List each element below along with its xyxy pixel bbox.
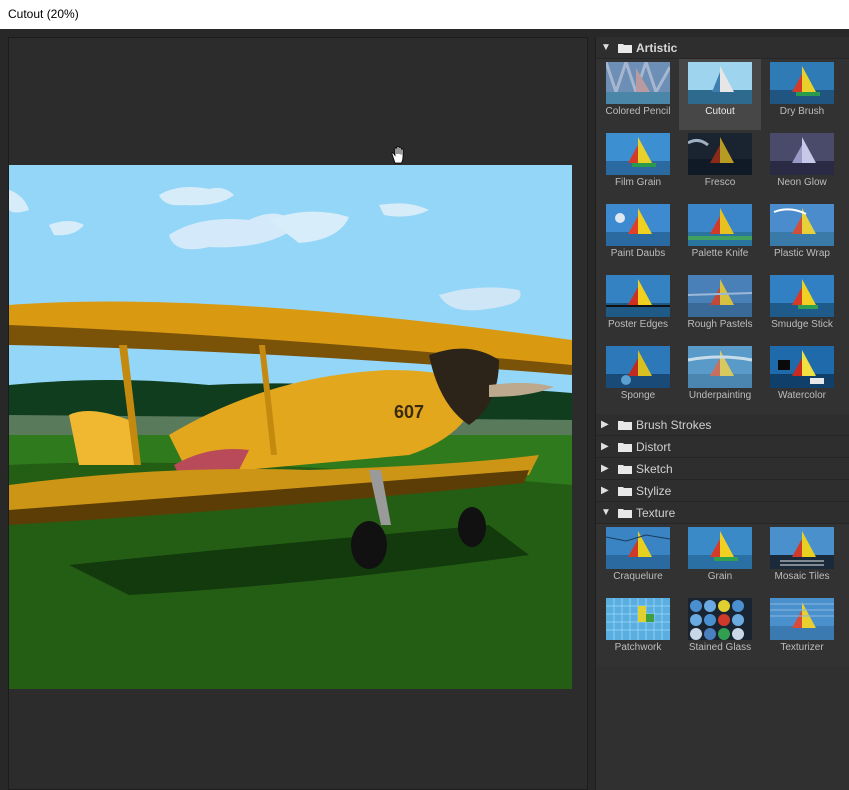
filter-caption: Palette Knife — [691, 248, 749, 259]
filter-thumb-sponge[interactable]: Sponge — [597, 343, 679, 414]
preview-pane[interactable]: 607 — [8, 37, 588, 790]
group-header-sketch[interactable]: ▶ Sketch — [596, 458, 849, 480]
group-label: Stylize — [636, 484, 672, 498]
sailboat-thumbnail-icon — [688, 204, 752, 246]
sailboat-thumbnail-icon — [606, 346, 670, 388]
filter-thumb-poster-edges[interactable]: Poster Edges — [597, 272, 679, 343]
triangle-right-icon: ▶ — [601, 463, 609, 474]
hand-cursor-icon — [391, 146, 404, 164]
filter-thumb-grain[interactable]: Grain — [679, 524, 761, 595]
filter-caption: Neon Glow — [777, 177, 827, 188]
group-label: Sketch — [636, 462, 673, 476]
filter-caption: Rough Pastels — [687, 319, 753, 330]
filter-caption: Watercolor — [778, 390, 826, 401]
sailboat-thumbnail-icon — [606, 527, 670, 569]
filter-caption: Dry Brush — [779, 106, 825, 117]
patchwork-thumbnail-icon — [606, 598, 670, 640]
filter-thumb-texturizer[interactable]: Texturizer — [761, 595, 843, 666]
sailboat-thumbnail-icon — [688, 346, 752, 388]
filter-thumb-smudge-stick[interactable]: Smudge Stick — [761, 272, 843, 343]
filter-caption: Texturizer — [780, 642, 824, 653]
filter-caption: Paint Daubs — [610, 248, 666, 259]
sailboat-thumbnail-icon — [606, 62, 670, 104]
group-header-texture[interactable]: ▼ Texture — [596, 502, 849, 524]
filter-thumb-film-grain[interactable]: Film Grain — [597, 130, 679, 201]
sailboat-thumbnail-icon — [688, 62, 752, 104]
filter-caption: Cutout — [705, 106, 735, 117]
sailboat-thumbnail-icon — [770, 598, 834, 640]
filter-thumb-colored-pencil[interactable]: Colored Pencil — [597, 59, 679, 130]
triangle-down-icon: ▼ — [601, 42, 611, 53]
filter-caption: Plastic Wrap — [774, 248, 830, 259]
triangle-right-icon: ▶ — [601, 441, 609, 452]
sailboat-thumbnail-icon — [606, 204, 670, 246]
texture-thumbnails: Craquelure Grain Mosaic Tiles Patchwork … — [596, 524, 849, 666]
filter-panel: ▼ Artistic Colored Pencil Cutout Dry Bru… — [595, 37, 849, 790]
svg-text:607: 607 — [394, 402, 424, 422]
folder-icon — [618, 44, 632, 53]
artistic-thumbnails: Colored Pencil Cutout Dry Brush Film Gra… — [596, 59, 849, 414]
sailboat-thumbnail-icon — [770, 62, 834, 104]
filter-thumb-stained-glass[interactable]: Stained Glass — [679, 595, 761, 666]
triangle-right-icon: ▶ — [601, 419, 609, 430]
group-label: Texture — [636, 506, 676, 520]
filter-thumb-underpainting[interactable]: Underpainting — [679, 343, 761, 414]
group-label: Distort — [636, 440, 671, 454]
window-title: Cutout (20%) — [8, 7, 79, 21]
filter-thumb-patchwork[interactable]: Patchwork — [597, 595, 679, 666]
filter-thumb-watercolor[interactable]: Watercolor — [761, 343, 843, 414]
triangle-right-icon: ▶ — [601, 485, 609, 496]
group-header-artistic[interactable]: ▼ Artistic — [596, 37, 849, 59]
filter-caption: Craquelure — [613, 571, 663, 582]
filter-thumb-plastic-wrap[interactable]: Plastic Wrap — [761, 201, 843, 272]
filter-thumb-mosaic-tiles[interactable]: Mosaic Tiles — [761, 524, 843, 595]
filter-thumb-fresco[interactable]: Fresco — [679, 130, 761, 201]
group-header-distort[interactable]: ▶ Distort — [596, 436, 849, 458]
filter-caption: Grain — [707, 571, 733, 582]
folder-icon — [618, 509, 632, 518]
stained-glass-thumbnail-icon — [688, 598, 752, 640]
filter-thumb-palette-knife[interactable]: Palette Knife — [679, 201, 761, 272]
filter-thumb-rough-pastels[interactable]: Rough Pastels — [679, 272, 761, 343]
sailboat-thumbnail-icon — [688, 275, 752, 317]
filter-thumb-paint-daubs[interactable]: Paint Daubs — [597, 201, 679, 272]
filter-caption: Poster Edges — [607, 319, 669, 330]
sailboat-thumbnail-icon — [688, 527, 752, 569]
sailboat-thumbnail-icon — [770, 275, 834, 317]
filter-thumb-cutout[interactable]: Cutout — [679, 59, 761, 130]
filter-thumb-craquelure[interactable]: Craquelure — [597, 524, 679, 595]
filter-thumb-dry-brush[interactable]: Dry Brush — [761, 59, 843, 130]
sailboat-thumbnail-icon — [770, 527, 834, 569]
filter-caption: Fresco — [704, 177, 736, 188]
filter-gallery: 607 ▼ Artistic Colored Pencil Cutout Dry… — [0, 29, 849, 790]
window-titlebar: Cutout (20%) — [0, 0, 849, 29]
filter-caption: Colored Pencil — [605, 106, 671, 117]
filter-caption: Sponge — [620, 390, 656, 401]
filter-caption: Underpainting — [688, 390, 752, 401]
group-label: Brush Strokes — [636, 418, 712, 432]
sailboat-thumbnail-icon — [606, 275, 670, 317]
group-header-brush-strokes[interactable]: ▶ Brush Strokes — [596, 414, 849, 436]
triangle-down-icon: ▼ — [601, 507, 611, 518]
group-label: Artistic — [636, 41, 678, 55]
sailboat-thumbnail-icon — [606, 133, 670, 175]
sailboat-thumbnail-icon — [770, 204, 834, 246]
sailboat-thumbnail-icon — [688, 133, 752, 175]
filter-caption: Mosaic Tiles — [774, 571, 830, 582]
folder-icon — [618, 421, 632, 430]
folder-icon — [618, 443, 632, 452]
sailboat-thumbnail-icon — [770, 346, 834, 388]
filter-caption: Patchwork — [614, 642, 662, 653]
preview-image: 607 — [9, 165, 572, 689]
filter-caption: Film Grain — [614, 177, 662, 188]
filter-caption: Smudge Stick — [771, 319, 833, 330]
folder-icon — [618, 465, 632, 474]
filter-thumb-neon-glow[interactable]: Neon Glow — [761, 130, 843, 201]
group-header-stylize[interactable]: ▶ Stylize — [596, 480, 849, 502]
sailboat-thumbnail-icon — [770, 133, 834, 175]
folder-icon — [618, 487, 632, 496]
filter-caption: Stained Glass — [688, 642, 752, 653]
